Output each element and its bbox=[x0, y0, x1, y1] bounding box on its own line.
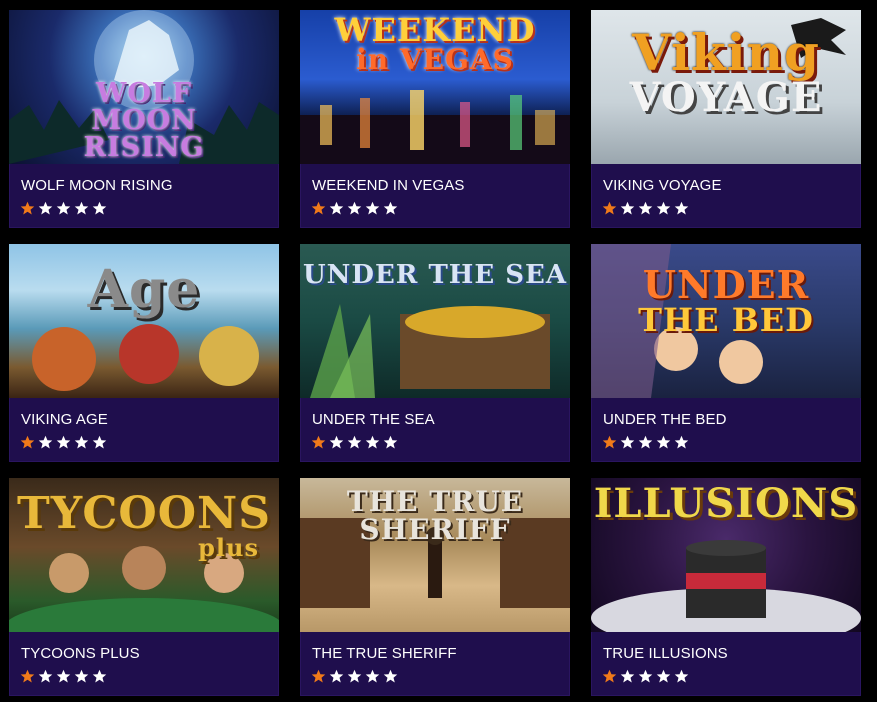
star-icon[interactable] bbox=[329, 435, 344, 450]
rating-stars bbox=[20, 435, 107, 450]
game-title[interactable]: UNDER THE SEA bbox=[312, 411, 435, 428]
game-title[interactable]: TRUE ILLUSIONS bbox=[603, 645, 728, 662]
game-card-viking-age[interactable]: Age VIKING AGE bbox=[9, 244, 279, 462]
game-card-the-true-sheriff[interactable]: THE TRUE SHERIFF THE TRUE SHERIFF bbox=[300, 478, 570, 696]
star-icon[interactable] bbox=[347, 435, 362, 450]
star-icon[interactable] bbox=[56, 669, 71, 684]
star-icon[interactable] bbox=[638, 435, 653, 450]
game-logo: Age bbox=[87, 259, 201, 320]
star-icon[interactable] bbox=[311, 201, 326, 216]
star-icon[interactable] bbox=[329, 669, 344, 684]
star-icon[interactable] bbox=[656, 669, 671, 684]
star-icon[interactable] bbox=[365, 201, 380, 216]
star-icon[interactable] bbox=[311, 435, 326, 450]
game-logo: ILLUSIONS bbox=[593, 480, 859, 527]
game-logo: WOLF MOON RISING bbox=[83, 78, 205, 163]
star-icon[interactable] bbox=[674, 201, 689, 216]
star-icon[interactable] bbox=[38, 201, 53, 216]
game-logo: THE TRUE SHERIFF bbox=[346, 485, 524, 546]
star-icon[interactable] bbox=[383, 435, 398, 450]
game-thumbnail[interactable]: WEEKEND in VEGAS bbox=[300, 10, 570, 164]
game-title[interactable]: WEEKEND IN VEGAS bbox=[312, 177, 464, 194]
star-icon[interactable] bbox=[383, 201, 398, 216]
game-title[interactable]: VIKING VOYAGE bbox=[603, 177, 722, 194]
game-logo: TYCOONS plus bbox=[16, 488, 272, 562]
star-icon[interactable] bbox=[602, 435, 617, 450]
game-thumbnail[interactable]: ILLUSIONS bbox=[591, 478, 861, 632]
game-card-true-illusions[interactable]: ILLUSIONS TRUE ILLUSIONS bbox=[591, 478, 861, 696]
rating-stars bbox=[311, 435, 398, 450]
star-icon[interactable] bbox=[365, 669, 380, 684]
game-title[interactable]: WOLF MOON RISING bbox=[21, 177, 173, 194]
star-icon[interactable] bbox=[365, 435, 380, 450]
game-thumbnail[interactable]: UNDER THE BED bbox=[591, 244, 861, 398]
game-card-under-the-sea[interactable]: UNDER THE SEA UNDER THE SEA bbox=[300, 244, 570, 462]
star-icon[interactable] bbox=[92, 669, 107, 684]
star-icon[interactable] bbox=[56, 201, 71, 216]
game-card-weekend-in-vegas[interactable]: WEEKEND in VEGAS WEEKEND IN VEGAS bbox=[300, 10, 570, 228]
game-title[interactable]: THE TRUE SHERIFF bbox=[312, 645, 457, 662]
game-thumbnail[interactable]: WOLF MOON RISING bbox=[9, 10, 279, 164]
star-icon[interactable] bbox=[56, 435, 71, 450]
star-icon[interactable] bbox=[20, 669, 35, 684]
game-thumbnail[interactable]: UNDER THE SEA bbox=[300, 244, 570, 398]
star-icon[interactable] bbox=[638, 201, 653, 216]
star-icon[interactable] bbox=[347, 201, 362, 216]
star-icon[interactable] bbox=[74, 669, 89, 684]
star-icon[interactable] bbox=[38, 435, 53, 450]
game-title[interactable]: UNDER THE BED bbox=[603, 411, 727, 428]
star-icon[interactable] bbox=[620, 435, 635, 450]
star-icon[interactable] bbox=[602, 201, 617, 216]
rating-stars bbox=[602, 435, 689, 450]
star-icon[interactable] bbox=[20, 201, 35, 216]
star-icon[interactable] bbox=[347, 669, 362, 684]
game-card-wolf-moon-rising[interactable]: WOLF MOON RISING WOLF MOON RISING bbox=[9, 10, 279, 228]
star-icon[interactable] bbox=[329, 201, 344, 216]
star-icon[interactable] bbox=[20, 435, 35, 450]
game-logo: Viking VOYAGE bbox=[629, 23, 823, 121]
game-thumbnail[interactable]: Viking VOYAGE bbox=[591, 10, 861, 164]
game-logo: UNDER THE SEA bbox=[302, 260, 567, 290]
game-logo: UNDER THE BED bbox=[638, 262, 814, 339]
rating-stars bbox=[20, 669, 107, 684]
star-icon[interactable] bbox=[92, 201, 107, 216]
game-thumbnail[interactable]: TYCOONS plus bbox=[9, 478, 279, 632]
star-icon[interactable] bbox=[38, 669, 53, 684]
game-grid: WOLF MOON RISING WOLF MOON RISING WEEKEN… bbox=[0, 0, 877, 702]
star-icon[interactable] bbox=[620, 201, 635, 216]
star-icon[interactable] bbox=[383, 669, 398, 684]
rating-stars bbox=[602, 669, 689, 684]
game-thumbnail[interactable]: Age bbox=[9, 244, 279, 398]
rating-stars bbox=[311, 201, 398, 216]
star-icon[interactable] bbox=[674, 669, 689, 684]
game-title[interactable]: VIKING AGE bbox=[21, 411, 108, 428]
game-card-under-the-bed[interactable]: UNDER THE BED UNDER THE BED bbox=[591, 244, 861, 462]
rating-stars bbox=[602, 201, 689, 216]
game-thumbnail[interactable]: THE TRUE SHERIFF bbox=[300, 478, 570, 632]
star-icon[interactable] bbox=[674, 435, 689, 450]
star-icon[interactable] bbox=[620, 669, 635, 684]
game-card-tycoons-plus[interactable]: TYCOONS plus TYCOONS PLUS bbox=[9, 478, 279, 696]
rating-stars bbox=[311, 669, 398, 684]
star-icon[interactable] bbox=[602, 669, 617, 684]
game-logo: WEEKEND in VEGAS bbox=[334, 11, 536, 76]
star-icon[interactable] bbox=[92, 435, 107, 450]
game-title[interactable]: TYCOONS PLUS bbox=[21, 645, 140, 662]
rating-stars bbox=[20, 201, 107, 216]
star-icon[interactable] bbox=[74, 435, 89, 450]
star-icon[interactable] bbox=[311, 669, 326, 684]
game-card-viking-voyage[interactable]: Viking VOYAGE VIKING VOYAGE bbox=[591, 10, 861, 228]
star-icon[interactable] bbox=[638, 669, 653, 684]
star-icon[interactable] bbox=[656, 435, 671, 450]
star-icon[interactable] bbox=[656, 201, 671, 216]
star-icon[interactable] bbox=[74, 201, 89, 216]
